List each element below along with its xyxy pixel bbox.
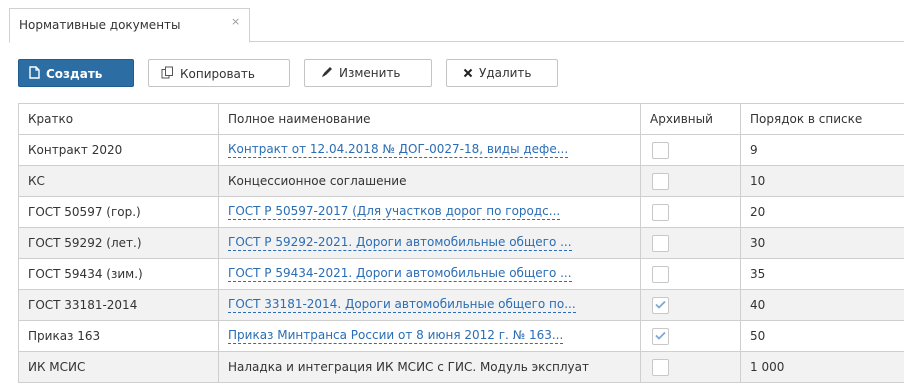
column-header-archived[interactable]: Архивный [640, 103, 741, 135]
cell-short-name: Контракт 2020 [18, 134, 219, 166]
full-name-link[interactable]: ГОСТ Р 59434-2021. Дороги автомобильные … [228, 266, 572, 282]
delete-button-label: Удалить [479, 66, 532, 80]
tab-bar: Нормативные документы × [9, 8, 904, 43]
cell-order: 9 [740, 134, 904, 166]
edit-button-label: Изменить [339, 66, 401, 80]
table-row[interactable]: ГОСТ 59292 (лет.) ГОСТ Р 59292-2021. Доро… [18, 227, 904, 259]
cell-archived [640, 289, 741, 321]
full-name-link[interactable]: Приказ Минтранса России от 8 июня 2012 г… [228, 328, 564, 344]
full-name-link[interactable]: Контракт от 12.04.2018 № ДОГ-0027-18, ви… [228, 142, 569, 158]
cell-short-name: ГОСТ 59434 (зим.) [18, 258, 219, 290]
copy-icon [161, 66, 174, 82]
cell-order: 50 [740, 320, 904, 352]
archived-checkbox[interactable] [652, 203, 669, 221]
table-row[interactable]: Приказ 163 Приказ Минтранса России от 8 и… [18, 320, 904, 352]
x-icon [463, 67, 473, 81]
table-row[interactable]: ГОСТ 59434 (зим.) ГОСТ Р 59434-2021. Доро… [18, 258, 904, 290]
table-row[interactable]: ИК МСИС Наладка и интеграция ИК МСИС с ГИ… [18, 351, 904, 383]
cell-short-name: ИК МСИС [18, 351, 219, 383]
cell-order: 1 000 [740, 351, 904, 383]
archived-checkbox[interactable] [652, 265, 669, 283]
cell-short-name: Приказ 163 [18, 320, 219, 352]
cell-archived [640, 258, 741, 290]
checkmark-icon [655, 329, 666, 343]
archived-checkbox[interactable] [652, 296, 669, 314]
cell-full-name: Приказ Минтранса России от 8 июня 2012 г… [218, 320, 641, 352]
cell-full-name: ГОСТ Р 59292-2021. Дороги автомобильные … [218, 227, 641, 259]
column-header-full-name[interactable]: Полное наименование [218, 103, 641, 135]
full-name-text: Концессионное соглашение [228, 174, 407, 189]
table-row[interactable]: ГОСТ 33181-2014 ГОСТ 33181-2014. Дороги а… [18, 289, 904, 321]
cell-order: 10 [740, 165, 904, 197]
archived-checkbox[interactable] [652, 234, 669, 252]
copy-button[interactable]: Копировать [148, 59, 290, 87]
cell-archived [640, 134, 741, 166]
cell-order: 35 [740, 258, 904, 290]
table-row[interactable]: КС Концессионное соглашение 10 [18, 165, 904, 197]
full-name-link[interactable]: ГОСТ Р 50597-2017 (Для участков дорог по… [228, 204, 561, 220]
cell-full-name: Концессионное соглашение [218, 165, 641, 197]
cell-order: 20 [740, 196, 904, 228]
pencil-icon [321, 66, 333, 81]
tab-close-icon[interactable]: × [231, 15, 240, 28]
cell-order: 40 [740, 289, 904, 321]
tab-normative-documents[interactable]: Нормативные документы × [9, 8, 250, 43]
full-name-link[interactable]: ГОСТ Р 59292-2021. Дороги автомобильные … [228, 235, 572, 251]
tab-title: Нормативные документы [19, 18, 181, 32]
cell-short-name: ГОСТ 59292 (лет.) [18, 227, 219, 259]
cell-archived [640, 351, 741, 383]
checkmark-icon [655, 298, 666, 312]
delete-button[interactable]: Удалить [446, 59, 558, 87]
cell-archived [640, 227, 741, 259]
cell-full-name: ГОСТ Р 50597-2017 (Для участков дорог по… [218, 196, 641, 228]
cell-archived [640, 165, 741, 197]
table-row[interactable]: ГОСТ 50597 (гор.) ГОСТ Р 50597-2017 (Для … [18, 196, 904, 228]
create-button-label: Создать [46, 67, 103, 81]
cell-full-name: ГОСТ 33181-2014. Дороги автомобильные об… [218, 289, 641, 321]
archived-checkbox[interactable] [652, 141, 669, 159]
full-name-link[interactable]: ГОСТ 33181-2014. Дороги автомобильные об… [228, 297, 576, 313]
cell-full-name: ГОСТ Р 59434-2021. Дороги автомобильные … [218, 258, 641, 290]
column-header-order[interactable]: Порядок в списке [740, 103, 904, 135]
cell-archived [640, 320, 741, 352]
table-header-row: Кратко Полное наименование Архивный Поря… [18, 103, 904, 135]
create-button[interactable]: Создать [18, 59, 134, 87]
archived-checkbox[interactable] [652, 358, 669, 376]
edit-button[interactable]: Изменить [304, 59, 432, 87]
copy-button-label: Копировать [180, 67, 255, 81]
cell-full-name: Контракт от 12.04.2018 № ДОГ-0027-18, ви… [218, 134, 641, 166]
cell-short-name: КС [18, 165, 219, 197]
cell-order: 30 [740, 227, 904, 259]
archived-checkbox[interactable] [652, 327, 669, 345]
full-name-text: Наладка и интеграция ИК МСИС с ГИС. Моду… [228, 360, 589, 375]
table-row[interactable]: Контракт 2020 Контракт от 12.04.2018 № ДО… [18, 134, 904, 166]
document-icon [29, 66, 40, 82]
cell-short-name: ГОСТ 33181-2014 [18, 289, 219, 321]
archived-checkbox[interactable] [652, 172, 669, 190]
cell-short-name: ГОСТ 50597 (гор.) [18, 196, 219, 228]
documents-table: Кратко Полное наименование Архивный Поря… [18, 103, 904, 383]
column-header-short[interactable]: Кратко [18, 103, 219, 135]
cell-archived [640, 196, 741, 228]
cell-full-name: Наладка и интеграция ИК МСИС с ГИС. Моду… [218, 351, 641, 383]
